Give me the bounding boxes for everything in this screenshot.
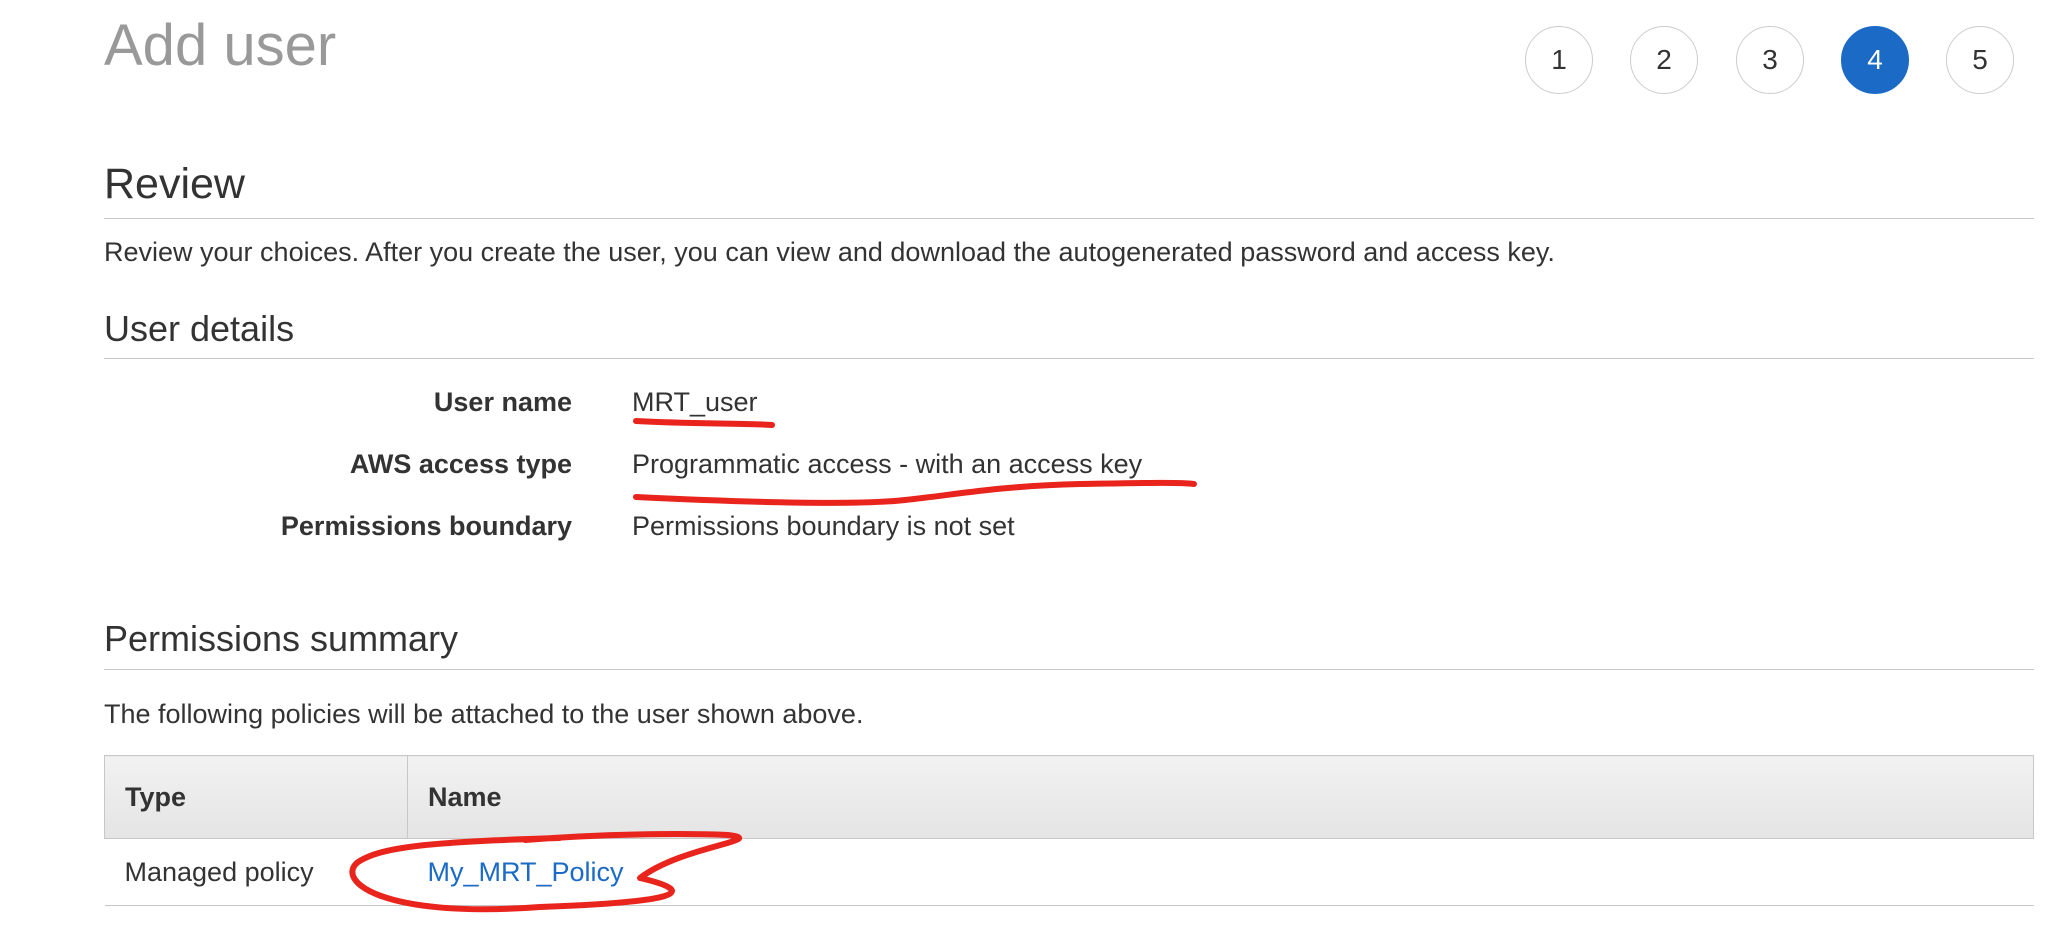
user-name-label: User name <box>433 387 572 417</box>
annotation-underline-username <box>633 418 775 428</box>
step-1[interactable]: 1 <box>1525 26 1593 94</box>
user-name-value: MRT_user <box>632 387 758 417</box>
policies-table: Type Name Managed policy My_MRT_Policy <box>104 755 2034 906</box>
permissions-boundary-value: Permissions boundary is not set <box>632 511 1015 541</box>
permissions-divider <box>104 669 2034 670</box>
step-4-current[interactable]: 4 <box>1841 26 1909 94</box>
policy-type-cell: Managed policy <box>104 838 408 906</box>
step-2[interactable]: 2 <box>1630 26 1698 94</box>
policy-name-cell: My_MRT_Policy <box>407 838 2034 906</box>
access-type-label: AWS access type <box>349 449 572 479</box>
policy-link[interactable]: My_MRT_Policy <box>428 857 624 887</box>
table-header-row: Type Name <box>104 755 2034 839</box>
permissions-description: The following policies will be attached … <box>104 699 864 729</box>
review-heading: Review <box>104 160 245 208</box>
column-header-type[interactable]: Type <box>104 755 408 839</box>
review-divider <box>104 218 2034 219</box>
table-row: Managed policy My_MRT_Policy <box>104 838 2034 906</box>
wizard-steps: 1 2 3 4 5 <box>1525 26 2025 96</box>
step-3[interactable]: 3 <box>1736 26 1804 94</box>
permissions-boundary-label: Permissions boundary <box>280 511 572 541</box>
annotation-underline-access-type <box>633 479 1197 506</box>
review-description: Review your choices. After you create th… <box>104 237 1555 267</box>
permissions-summary-heading: Permissions summary <box>104 618 459 659</box>
step-5[interactable]: 5 <box>1946 26 2014 94</box>
user-details-divider <box>104 358 2034 359</box>
user-details-heading: User details <box>104 308 295 349</box>
page-title: Add user <box>104 13 337 78</box>
column-header-name[interactable]: Name <box>407 755 2034 839</box>
access-type-value: Programmatic access - with an access key <box>632 449 1143 479</box>
